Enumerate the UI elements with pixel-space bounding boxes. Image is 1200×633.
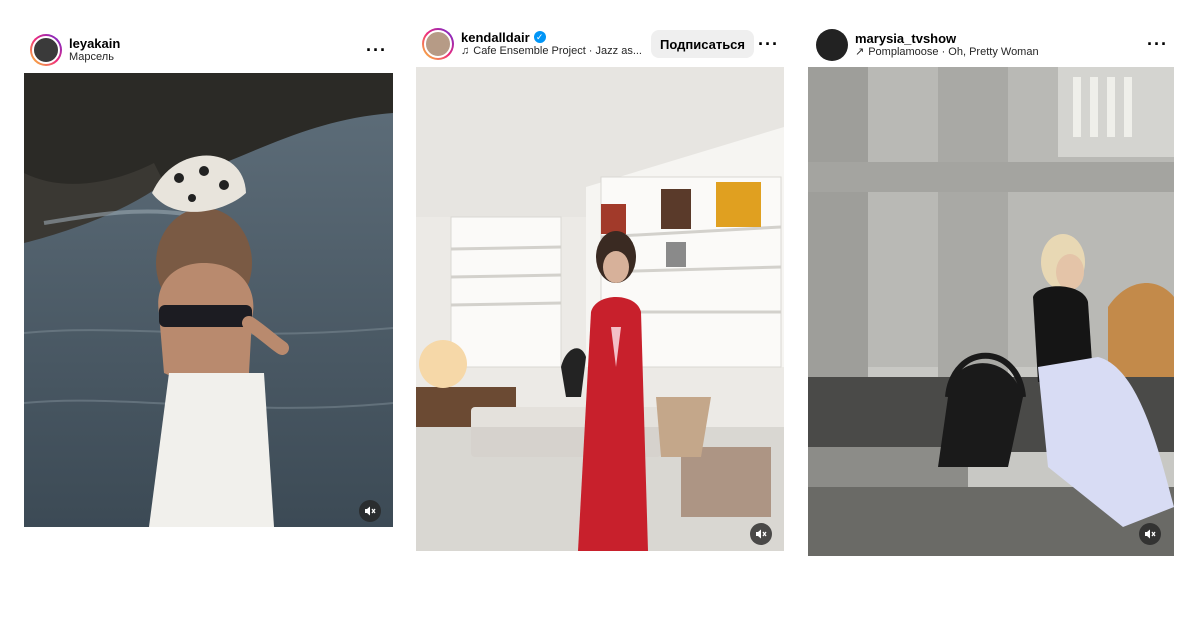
speaker-muted-icon: [1145, 529, 1156, 539]
more-options-icon[interactable]: ···: [758, 35, 779, 53]
username[interactable]: leyakain: [69, 36, 120, 52]
post-header: kendalldair ✓ ♫ Cafe Ensemble Project · …: [422, 28, 641, 60]
follow-button[interactable]: Подписаться: [651, 30, 755, 58]
post-media[interactable]: [416, 67, 784, 551]
mute-button[interactable]: [750, 523, 772, 545]
photo-woman-by-sea: [24, 73, 393, 527]
post-card-kendalldair: kendalldair ✓ ♫ Cafe Ensemble Project · …: [400, 0, 800, 633]
avatar[interactable]: [816, 29, 848, 61]
post-media[interactable]: [24, 73, 393, 527]
mute-button[interactable]: [359, 500, 381, 522]
mute-button[interactable]: [1139, 523, 1161, 545]
more-options-icon[interactable]: ···: [1147, 35, 1168, 53]
post-header: leyakain Марсель: [30, 34, 120, 66]
music-note-icon: ♫: [461, 45, 470, 58]
photo-woman-red-dress: [416, 67, 784, 551]
avatar[interactable]: [422, 28, 454, 60]
username[interactable]: kendalldair: [461, 30, 530, 46]
post-media[interactable]: [808, 67, 1174, 556]
audio-label[interactable]: Pomplamoose · Oh, Pretty Woman: [868, 46, 1038, 59]
verified-badge-icon: ✓: [533, 31, 546, 44]
post-header: marysia_tvshow ↗ Pomplamoose · Oh, Prett…: [816, 29, 1039, 61]
location-label[interactable]: Марсель: [69, 51, 120, 64]
speaker-muted-icon: [365, 506, 376, 516]
speaker-muted-icon: [756, 529, 767, 539]
audio-label[interactable]: Cafe Ensemble Project · Jazz as...: [473, 45, 641, 58]
more-options-icon[interactable]: ···: [366, 41, 387, 59]
username[interactable]: marysia_tvshow: [855, 31, 1039, 47]
arrow-up-right-icon: ↗: [855, 46, 865, 59]
photo-woman-sitting: [808, 67, 1174, 556]
avatar[interactable]: [30, 34, 62, 66]
post-card-marysia-tvshow: marysia_tvshow ↗ Pomplamoose · Oh, Prett…: [800, 0, 1200, 633]
post-card-leyakain: leyakain Марсель ···: [0, 0, 400, 633]
